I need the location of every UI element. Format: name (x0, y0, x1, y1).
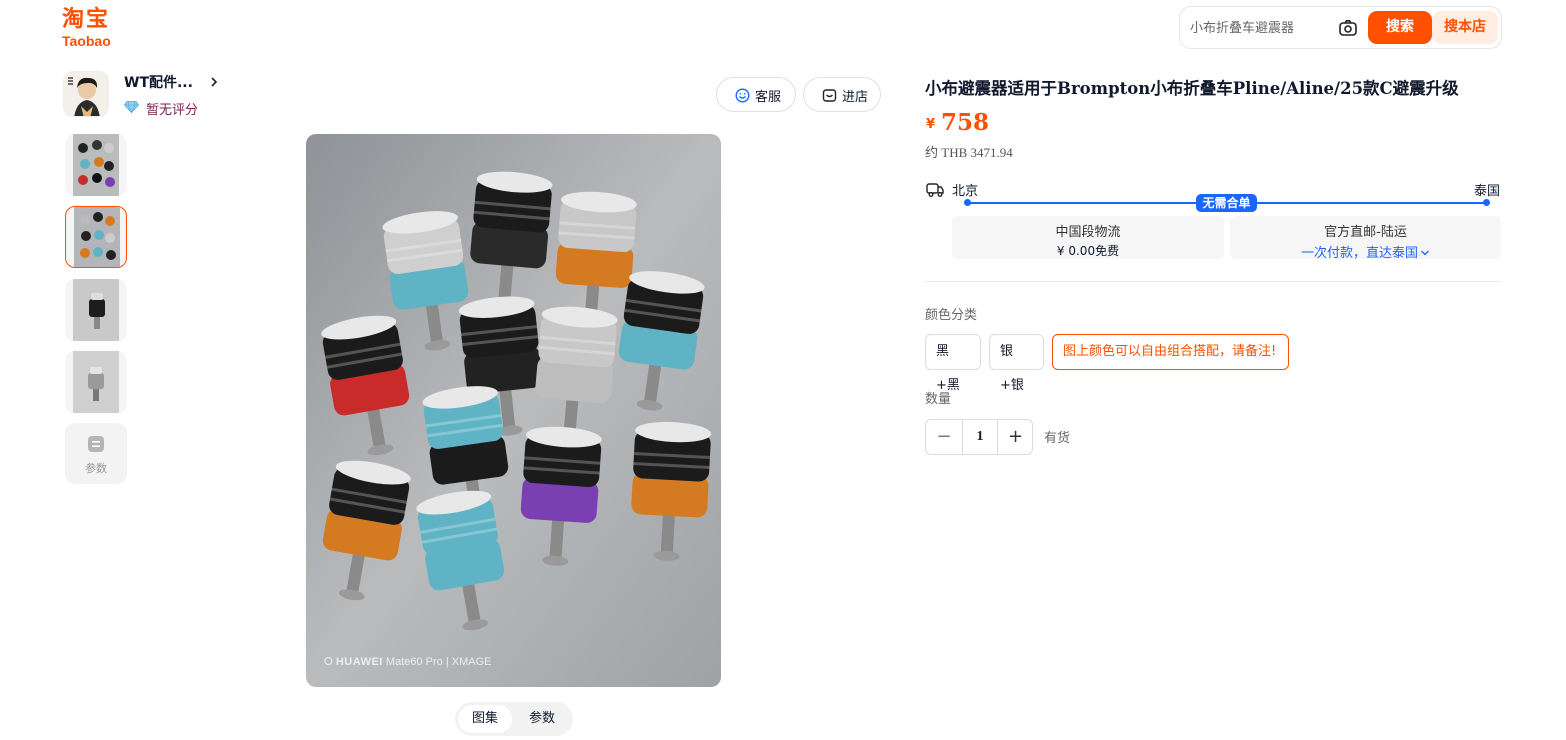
quantity-label: 数量 (925, 392, 952, 407)
quantity-stepper: − + (925, 419, 1033, 455)
sku-option-custom[interactable]: 图上颜色可以自由组合搭配，请备注! (1052, 334, 1289, 370)
diamond-icon (124, 101, 139, 113)
customer-service-button[interactable]: 客服 (716, 77, 796, 112)
converted-price: 约 THB 3471.94 (925, 145, 1013, 160)
thumbnail-1[interactable] (65, 134, 127, 196)
smile-icon (735, 88, 750, 103)
product-title: 小布避震器适用于Brompton小布折叠车Pline/Aline/25款C避震升… (925, 79, 1459, 98)
thumbnail-3[interactable] (65, 279, 127, 341)
params-thumbnail-label: 参数 (85, 462, 107, 475)
logo-english: Taobao (62, 33, 111, 49)
domestic-shipping-title: 中国段物流 (1055, 225, 1121, 240)
domestic-shipping: 中国段物流 ¥ 0.00免费 (952, 216, 1224, 259)
truck-icon (926, 183, 944, 197)
thumbnail-4[interactable] (65, 351, 127, 413)
chevron-right-icon[interactable] (208, 75, 220, 89)
tab-gallery[interactable]: 图集 (458, 705, 512, 733)
divider (925, 281, 1501, 282)
camera-watermark: ⭘ HUAWEI Mate60 Pro | XMAGE (324, 656, 492, 668)
ship-from: 北京 (952, 184, 979, 199)
store-icon (822, 89, 837, 102)
intl-shipping-title: 官方直邮-陆运 (1324, 225, 1407, 240)
search-button[interactable]: 搜索 (1368, 11, 1432, 44)
list-icon (88, 436, 104, 452)
intl-shipping[interactable]: 官方直邮-陆运 一次付款，直达泰国 (1230, 216, 1501, 261)
search-input[interactable] (1190, 17, 1340, 39)
main-product-image[interactable]: ⭘ HUAWEI Mate60 Pro | XMAGE (306, 134, 721, 687)
ship-to: 泰国 (1474, 184, 1501, 199)
enter-store-button[interactable]: 进店 (803, 77, 881, 112)
search-bar: 搜索 搜本店 (1179, 6, 1502, 49)
route-badge: 无需合单 (1196, 194, 1257, 212)
quantity-decrease-button[interactable]: − (926, 420, 962, 454)
logo-chinese: 淘宝 (62, 7, 111, 32)
gallery-tabs: 图集 参数 (455, 702, 573, 736)
params-thumbnail[interactable]: 参数 (65, 423, 127, 484)
price-currency: ¥ (926, 117, 936, 132)
sku-option-silver[interactable]: 银+银 (989, 334, 1044, 393)
intl-shipping-desc[interactable]: 一次付款，直达泰国 (1230, 242, 1501, 261)
shop-name[interactable]: WT配件... (124, 72, 193, 92)
stock-status: 有货 (1044, 431, 1071, 446)
product-price: 758 (941, 109, 990, 136)
shop-avatar[interactable] (63, 71, 109, 117)
domestic-shipping-fee: ¥ 0.00免费 (1056, 244, 1120, 258)
tab-params[interactable]: 参数 (515, 705, 569, 733)
route-start-dot (964, 199, 971, 206)
sku-option-black[interactable]: 黑+黑 (925, 334, 981, 393)
color-label: 颜色分类 (925, 308, 978, 323)
thumbnail-2[interactable] (65, 206, 127, 268)
customer-service-label: 客服 (755, 90, 782, 105)
search-store-button[interactable]: 搜本店 (1432, 11, 1498, 44)
chevron-down-icon (1421, 250, 1429, 256)
route-end-dot (1483, 199, 1490, 206)
taobao-logo[interactable]: 淘宝 Taobao (62, 7, 122, 50)
quantity-input[interactable] (962, 420, 997, 454)
shop-rating: 暂无评分 (146, 103, 199, 118)
quantity-increase-button[interactable]: + (997, 420, 1033, 454)
enter-store-label: 进店 (842, 90, 869, 105)
camera-icon[interactable] (1338, 18, 1358, 38)
